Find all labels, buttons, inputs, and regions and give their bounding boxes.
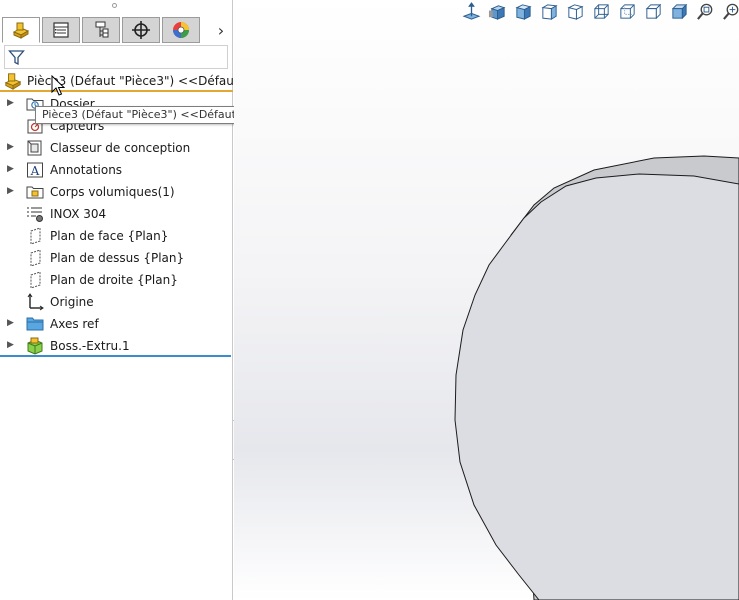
trimetric-view-icon	[540, 3, 558, 20]
tree-node-classeur[interactable]: ▶ Classeur de conception	[0, 137, 233, 159]
tree-node-annotations[interactable]: ▶ A Annotations	[0, 159, 233, 181]
shaded-edges-button[interactable]	[640, 0, 666, 22]
tree-node-plan-dessus[interactable]: Plan de dessus {Plan}	[0, 247, 233, 269]
part-model-cylinder[interactable]	[234, 0, 739, 600]
display-manager-tab[interactable]	[162, 17, 200, 43]
configurationmanager-tab[interactable]	[82, 17, 120, 43]
boss-extrude-icon	[27, 337, 43, 355]
zoom-area-icon	[722, 3, 738, 20]
zoom-to-fit-button[interactable]	[692, 0, 718, 22]
part-icon	[12, 22, 30, 39]
view-orientation-icon	[488, 4, 505, 20]
mouse-pointer-icon	[51, 75, 65, 96]
tree-node-label: Plan de face {Plan}	[50, 229, 169, 243]
wireframe-view-icon	[593, 3, 609, 19]
plane-icon	[30, 227, 41, 245]
tree-node-label: Plan de dessus {Plan}	[50, 251, 185, 265]
normal-to-button[interactable]	[458, 0, 484, 22]
featuremanager-tab[interactable]	[2, 17, 40, 43]
tree-node-label: Classeur de conception	[50, 141, 191, 155]
panel-grip[interactable]	[0, 0, 233, 14]
rollback-bar[interactable]	[0, 355, 231, 357]
more-tabs-chevron-icon[interactable]: ›	[212, 20, 230, 40]
graphics-area[interactable]	[234, 0, 739, 600]
material-icon	[27, 207, 43, 222]
feature-tree: ▶ Dossier Capteurs ▶ Classeur de concept…	[0, 93, 233, 357]
shaded-button[interactable]	[666, 0, 692, 22]
tree-node-material[interactable]: INOX 304	[0, 203, 233, 225]
solid-bodies-icon	[26, 186, 44, 199]
tree-node-label: Plan de droite {Plan}	[50, 273, 178, 287]
crosshair-icon	[132, 21, 150, 39]
plane-icon	[30, 271, 41, 289]
tree-filter[interactable]	[4, 45, 228, 69]
origin-icon	[27, 293, 44, 311]
wireframe-view-button[interactable]	[588, 0, 614, 22]
tree-node-corps[interactable]: ▶ Corps volumiques(1)	[0, 181, 233, 203]
tree-node-label: Boss.-Extru.1	[50, 339, 130, 353]
tree-node-label: Origine	[50, 295, 94, 309]
expand-arrow-icon[interactable]: ▶	[7, 339, 17, 351]
tree-node-plan-face[interactable]: Plan de face {Plan}	[0, 225, 233, 247]
property-list-icon	[53, 22, 69, 38]
heads-up-view-toolbar	[458, 0, 739, 22]
view-orientation-button[interactable]	[484, 0, 510, 22]
annotations-icon: A	[27, 162, 43, 178]
propertymanager-tab[interactable]	[42, 17, 80, 43]
normal-to-icon	[462, 1, 480, 20]
expand-arrow-icon[interactable]: ▶	[7, 185, 17, 197]
filter-icon	[8, 50, 25, 66]
hidden-lines-icon	[619, 3, 635, 19]
expand-arrow-icon[interactable]: ▶	[7, 97, 17, 109]
zoom-to-fit-icon	[696, 3, 712, 20]
tree-node-axes-ref[interactable]: ▶ Axes ref	[0, 313, 233, 335]
tree-node-label: Annotations	[50, 163, 123, 177]
hidden-lines-button[interactable]	[614, 0, 640, 22]
folder-icon	[26, 317, 44, 331]
isometric-view-icon	[514, 3, 532, 20]
tree-node-label: Axes ref	[50, 317, 99, 331]
expand-arrow-icon[interactable]: ▶	[7, 163, 17, 175]
dimetric-view-icon	[566, 3, 584, 20]
expand-arrow-icon[interactable]: ▶	[7, 317, 17, 329]
zoom-area-button[interactable]	[718, 0, 739, 22]
tree-node-label: INOX 304	[50, 207, 107, 221]
appearance-icon	[173, 22, 189, 38]
isometric-view-button[interactable]	[510, 0, 536, 22]
featuremanager-panel: › Pièce3 (Défaut "Pièce3") <<Défaut>_Et …	[0, 0, 365, 600]
svg-text:A: A	[30, 164, 40, 178]
tree-node-boss-extrude[interactable]: ▶ Boss.-Extru.1	[0, 335, 233, 357]
configuration-icon	[95, 21, 109, 38]
part-icon	[4, 73, 22, 90]
part-root-node[interactable]: Pièce3 (Défaut "Pièce3") <<Défaut>_Et	[0, 70, 233, 92]
plane-icon	[30, 249, 41, 267]
trimetric-view-button[interactable]	[536, 0, 562, 22]
design-binder-icon	[27, 140, 42, 156]
tree-node-origine[interactable]: Origine	[0, 291, 233, 313]
tree-node-plan-droite[interactable]: Plan de droite {Plan}	[0, 269, 233, 291]
dimetric-view-button[interactable]	[562, 0, 588, 22]
grip-dot	[112, 3, 117, 8]
shaded-edges-icon	[645, 3, 661, 19]
dimxpert-tab[interactable]	[122, 17, 160, 43]
expand-arrow-icon[interactable]: ▶	[7, 141, 17, 153]
tree-node-label: Corps volumiques(1)	[50, 185, 175, 199]
shaded-icon	[671, 3, 687, 19]
manager-tabs	[2, 17, 202, 43]
